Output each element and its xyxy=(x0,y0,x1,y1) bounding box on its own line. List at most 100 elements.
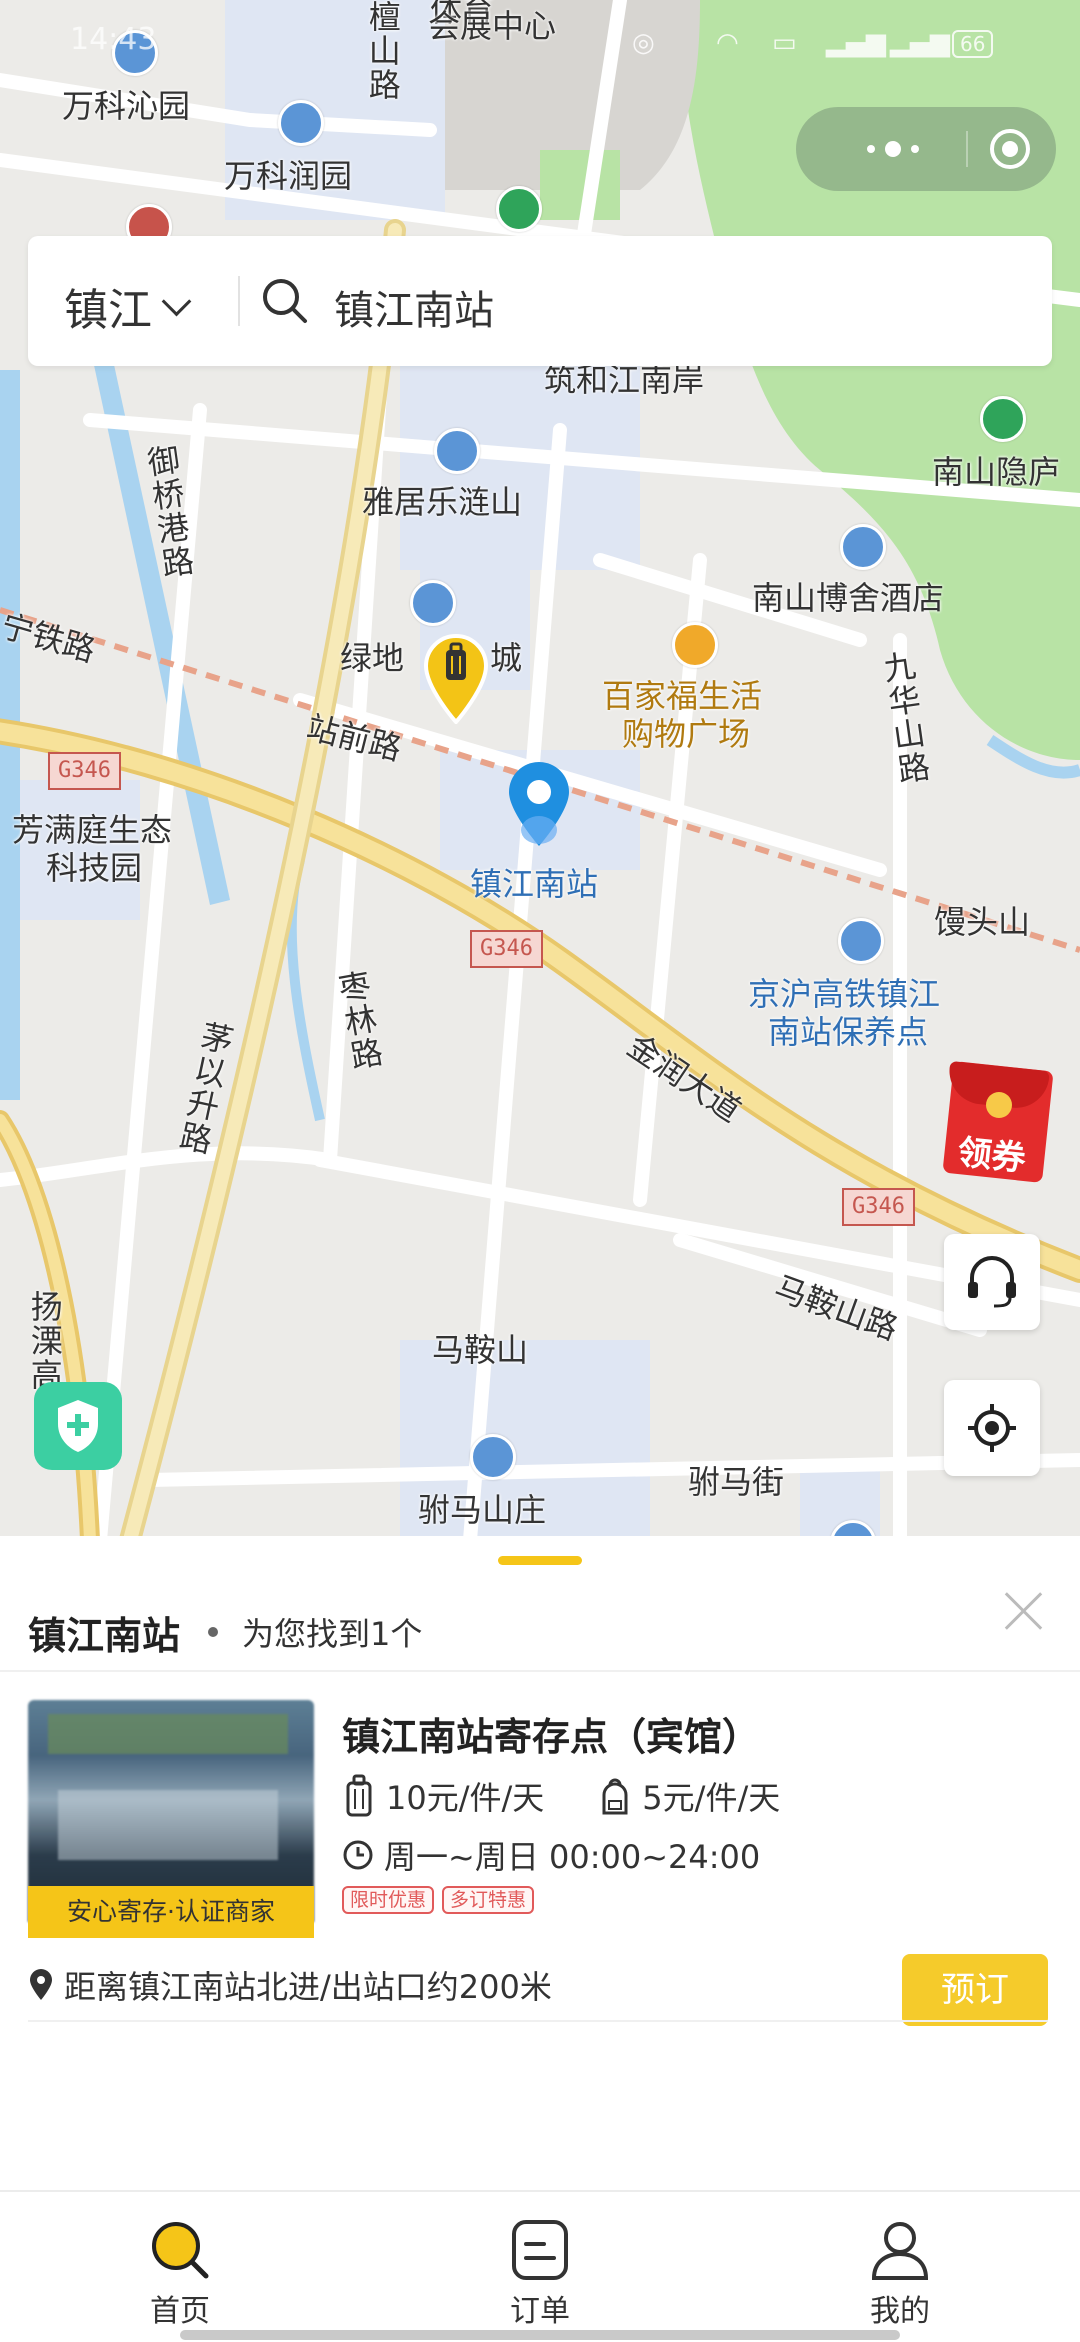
storage-result-card[interactable]: 安心寄存·认证商家 镇江南站寄存点（宾馆） 10元/件/天 5元/件/天 周一~ xyxy=(28,1700,1048,2026)
tab-label: 首页 xyxy=(150,2294,210,2329)
map-label: 馒头山 xyxy=(934,903,1031,941)
capsule-divider xyxy=(966,131,968,167)
store-marker-icon[interactable] xyxy=(422,632,490,724)
search-icon xyxy=(263,279,307,323)
highway-shield: G346 xyxy=(48,752,121,790)
map-label: 万科润园 xyxy=(224,157,353,195)
map-label: 扬溧高 xyxy=(25,1290,64,1392)
miniprogram-capsule xyxy=(796,107,1056,191)
chevron-down-icon xyxy=(161,286,192,316)
map-label: 科技园 xyxy=(46,849,143,887)
map-label: 京沪高铁镇江 xyxy=(748,975,941,1013)
promo-tag: 限时优惠 xyxy=(342,1886,435,1914)
backpack-icon xyxy=(602,1778,628,1815)
map-label: 南站保养点 xyxy=(768,1013,929,1051)
store-name: 镇江南站寄存点（宾馆） xyxy=(342,1715,761,1759)
hours-text: 周一~周日 00:00~24:00 xyxy=(384,1838,761,1876)
map-view[interactable]: G346 G346 G346 体育 会展中心 檀山路 万科沁园 万科润园 筑和江… xyxy=(0,0,1080,1540)
wifi-icon: ◠ xyxy=(716,28,739,58)
more-menu-icon[interactable] xyxy=(848,135,938,163)
map-label: 驸马山庄 xyxy=(418,1491,547,1529)
business-hours: 周一~周日 00:00~24:00 xyxy=(342,1832,760,1878)
close-icon[interactable] xyxy=(1002,1588,1046,1632)
search-bar: 镇江 镇江南站 xyxy=(28,236,1052,366)
poi-bus-icon xyxy=(838,918,884,964)
search-input[interactable]: 镇江南站 xyxy=(334,278,494,336)
map-label: 筑和江南岸 xyxy=(544,361,705,399)
price-luggage: 10元/件/天 xyxy=(386,1779,545,1817)
tab-label: 我的 xyxy=(870,2294,930,2329)
bottom-tab-bar: 首页 订单 我的 xyxy=(0,2190,1080,2342)
map-label: 购物广场 xyxy=(622,715,751,753)
map-label: 芳满庭生态 xyxy=(12,811,173,849)
highway-shield: G346 xyxy=(842,1188,915,1226)
sheet-header: 镇江南站 为您找到1个 xyxy=(28,1592,422,1672)
map-label: 马鞍山 xyxy=(432,1331,529,1369)
tab-label: 订单 xyxy=(510,2294,570,2329)
user-icon xyxy=(871,2222,929,2280)
insurance-shield-button[interactable] xyxy=(34,1382,122,1470)
highway-shield: G346 xyxy=(470,930,543,968)
map-label: 南山隐庐 xyxy=(932,453,1061,491)
hd-icon: ▭ xyxy=(772,28,797,58)
map-label: 雅居乐涟山 xyxy=(362,483,523,521)
city-selector[interactable]: 镇江 xyxy=(64,274,192,338)
city-label: 镇江 xyxy=(64,285,152,336)
map-label-station: 镇江南站 xyxy=(470,865,599,903)
separator-dot xyxy=(208,1627,219,1637)
price-row: 10元/件/天 5元/件/天 xyxy=(342,1770,780,1822)
poi-park-icon xyxy=(496,186,542,232)
distance-text: 距离镇江南站北进/出站口约200米 xyxy=(64,1968,552,2006)
sheet-title: 镇江南站 xyxy=(28,1613,181,1658)
map-pin-icon xyxy=(30,1969,52,2000)
shield-plus-icon xyxy=(58,1400,98,1452)
map-label: 百家福生活 xyxy=(602,677,763,715)
tab-home[interactable]: 首页 xyxy=(80,2192,280,2342)
locate-button[interactable] xyxy=(944,1380,1040,1476)
poi-scenic-icon xyxy=(980,396,1026,442)
result-count: 为您找到1个 xyxy=(242,1615,423,1653)
coupon-button[interactable]: 领券 xyxy=(942,1060,1060,1186)
sheet-handle[interactable] xyxy=(498,1556,582,1565)
poi-shopping-icon xyxy=(672,622,718,668)
search-divider xyxy=(238,276,240,326)
poi-residential-icon xyxy=(434,428,480,474)
luggage-icon xyxy=(346,1774,372,1817)
tab-orders[interactable]: 订单 xyxy=(440,2192,640,2342)
headset-icon xyxy=(968,1256,1016,1308)
crosshair-icon xyxy=(968,1404,1016,1452)
signal-icon: ▂▄▆ xyxy=(826,28,886,58)
poi-residential-icon xyxy=(410,580,456,626)
divider xyxy=(0,1670,1080,1672)
home-indicator xyxy=(180,2330,900,2340)
book-button[interactable]: 预订 xyxy=(902,1954,1048,2026)
map-label: 万科沁园 xyxy=(62,87,191,125)
location-pin-icon xyxy=(509,762,569,846)
promo-tag: 多订特惠 xyxy=(442,1886,535,1914)
close-miniprogram-icon[interactable] xyxy=(990,129,1030,169)
clock-icon xyxy=(343,1840,373,1870)
poi-residential-icon xyxy=(470,1434,516,1480)
poi-hotel-icon xyxy=(840,524,886,570)
poi-residential-icon xyxy=(278,100,324,146)
order-icon xyxy=(512,2220,568,2280)
distance-info: 距离镇江南站北进/出站口约200米 xyxy=(28,1962,552,2008)
battery-icon: 66 xyxy=(952,30,994,58)
map-label: 绿地 xyxy=(340,639,405,677)
status-bar: 14:43 ◎ ◠ ▭ ▂▄▆ ▂▄▆ 66 xyxy=(0,0,1080,84)
tab-profile[interactable]: 我的 xyxy=(800,2192,1000,2342)
status-time: 14:43 xyxy=(70,22,157,57)
price-bag: 5元/件/天 xyxy=(642,1779,781,1817)
coupon-label: 领券 xyxy=(955,1132,1028,1180)
certified-badge: 安心寄存·认证商家 xyxy=(28,1886,314,1938)
search-icon xyxy=(152,2222,209,2279)
signal-icon: ▂▄▆ xyxy=(890,28,950,58)
coin-icon xyxy=(986,1092,1012,1118)
promo-tags: 限时优惠 多订特惠 xyxy=(342,1886,535,1914)
customer-service-button[interactable] xyxy=(944,1234,1040,1330)
location-icon: ◎ xyxy=(632,28,655,58)
map-label: 驸马街 xyxy=(688,1463,785,1501)
map-label: 南山博舍酒店 xyxy=(752,579,945,617)
results-sheet: 镇江南站 为您找到1个 安心寄存·认证商家 镇江南站寄存点（宾馆） 10元/件/… xyxy=(0,1536,1080,2190)
map-label: 城 xyxy=(490,639,523,677)
